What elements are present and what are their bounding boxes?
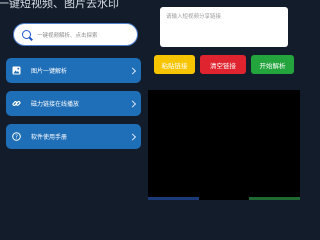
search-input[interactable]: 一键视频解析、点击探索	[13, 23, 138, 46]
menu-item-magnet-play[interactable]: 磁力链接在线播放	[6, 91, 141, 116]
svg-text:?: ?	[15, 134, 18, 140]
bottom-button-strip	[148, 197, 301, 200]
start-parse-button[interactable]: 开始解析	[251, 55, 294, 74]
chevron-right-icon	[128, 99, 137, 108]
image-icon	[12, 66, 21, 75]
search-icon	[22, 30, 31, 39]
clear-link-button[interactable]: 清空链接	[200, 55, 246, 74]
page-title: 一键短视频、图片去水印	[0, 0, 119, 10]
menu-item-label: 图片一键解析	[31, 68, 68, 75]
video-preview-area	[148, 90, 300, 198]
chevron-right-icon	[128, 132, 137, 141]
share-link-placeholder: 请输入短视频分享链接	[166, 14, 222, 20]
share-link-input[interactable]: 请输入短视频分享链接	[160, 7, 288, 47]
menu-item-image-parse[interactable]: 图片一键解析	[6, 58, 141, 83]
paste-link-button[interactable]: 粘贴链接	[154, 55, 195, 74]
menu-item-label: 磁力链接在线播放	[31, 101, 80, 108]
chevron-right-icon	[128, 66, 137, 75]
help-icon: ?	[12, 132, 21, 141]
search-placeholder: 一键视频解析、点击探索	[37, 32, 98, 39]
link-icon	[12, 99, 21, 108]
menu-item-user-manual[interactable]: ? 软件使用手册	[6, 124, 141, 149]
menu-item-label: 软件使用手册	[31, 134, 68, 141]
